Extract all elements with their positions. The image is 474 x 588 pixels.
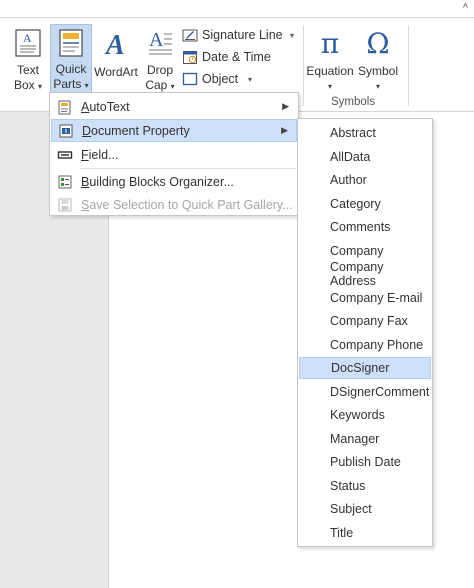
field-label: Field... [81, 147, 119, 162]
property-item-manager[interactable]: Manager [299, 428, 431, 450]
wordart-icon: A [103, 27, 129, 61]
document-property-icon [52, 123, 80, 139]
submenu-arrow-icon: ▶ [281, 125, 288, 135]
property-item-category[interactable]: Category [299, 193, 431, 215]
property-item-abstract[interactable]: Abstract [299, 122, 431, 144]
property-item-company-fax[interactable]: Company Fax [299, 310, 431, 332]
ribbon-group-separator [303, 26, 304, 106]
svg-text:A: A [104, 30, 125, 59]
property-item-dsignercomment[interactable]: DSignerComment [299, 381, 431, 403]
menu-item-document-property[interactable]: Document Property ▶ [51, 119, 297, 142]
signature-line-dropdown-icon[interactable]: ▾ [290, 31, 294, 40]
text-box-icon: A [14, 27, 42, 59]
equation-label: Equation [306, 64, 354, 78]
symbols-group-label: Symbols [331, 96, 376, 108]
quick-parts-icon [58, 28, 84, 58]
pi-icon: π [320, 27, 340, 60]
property-item-company-email[interactable]: Company E-mail [299, 287, 431, 309]
ribbon-top-strip: ^ [0, 0, 474, 18]
text-box-label-line2: Box ▾ [13, 78, 43, 92]
property-item-keywords[interactable]: Keywords [299, 404, 431, 426]
svg-text:A: A [149, 29, 164, 51]
property-item-status[interactable]: Status [299, 475, 431, 497]
property-item-title[interactable]: Title [299, 522, 431, 544]
quick-parts-label-line2: Parts ▾ [53, 77, 89, 91]
property-item-author[interactable]: Author [299, 169, 431, 191]
object-dropdown-icon[interactable]: ▾ [248, 75, 252, 84]
symbol-dropdown-icon[interactable]: ▾ [376, 79, 380, 94]
collapse-ribbon-icon[interactable]: ^ [463, 2, 468, 14]
symbol-label: Symbol [357, 64, 398, 78]
field-icon [51, 147, 79, 163]
wordart-label: WordArt [94, 65, 138, 79]
menu-item-autotext[interactable]: AutoText ▶ [51, 95, 297, 118]
omega-icon: Ω [366, 27, 390, 60]
object-button[interactable]: Object ▾ [182, 69, 258, 89]
property-item-docsigner[interactable]: DocSigner [299, 357, 431, 379]
text-box-label-line1: Text [16, 63, 39, 77]
text-box-button[interactable]: A Text Box ▾ [10, 24, 46, 94]
quick-parts-label-line1: Quick [55, 62, 87, 76]
menu-item-field[interactable]: Field... [51, 143, 297, 166]
quick-parts-button[interactable]: Quick Parts ▾ [50, 24, 92, 94]
building-blocks-organizer-label: Building Blocks Organizer... [81, 174, 234, 189]
document-property-label: Document Property [82, 123, 190, 138]
wordart-button[interactable]: A WordArt [93, 24, 139, 94]
drop-cap-label-line1: Drop [146, 63, 173, 77]
property-item-publish-date[interactable]: Publish Date [299, 451, 431, 473]
document-property-submenu: Abstract AllData Author Category Comment… [297, 118, 433, 547]
ribbon-group-separator [408, 26, 409, 106]
svg-text:A: A [23, 31, 32, 45]
autotext-icon [51, 99, 79, 115]
calendar-icon [182, 49, 198, 65]
signature-line-label: Signature Line [202, 28, 283, 42]
object-icon [182, 71, 198, 87]
signature-line-icon [182, 27, 198, 43]
save-selection-label: Save Selection to Quick Part Gallery... [81, 197, 293, 212]
signature-line-button[interactable]: Signature Line ▾ [182, 25, 300, 45]
drop-cap-button[interactable]: A Drop Cap ▾ [142, 24, 178, 94]
submenu-arrow-icon: ▶ [282, 101, 289, 111]
menu-item-building-blocks-organizer[interactable]: Building Blocks Organizer... [51, 170, 297, 193]
building-blocks-icon [51, 174, 79, 190]
menu-separator [80, 168, 296, 169]
autotext-label: AutoText [81, 99, 130, 114]
drop-cap-icon: A [146, 27, 174, 59]
date-time-label: Date & Time [202, 50, 271, 64]
equation-button[interactable]: π Equation ▾ [306, 24, 354, 94]
property-item-subject[interactable]: Subject [299, 498, 431, 520]
quick-parts-menu: AutoText ▶ Document Property ▶ Field... [49, 92, 299, 216]
date-time-button[interactable]: Date & Time [182, 47, 300, 67]
property-item-company[interactable]: Company [299, 240, 431, 262]
symbol-button[interactable]: Ω Symbol ▾ [356, 24, 400, 94]
save-selection-icon [51, 197, 79, 213]
property-item-company-address[interactable]: Company Address [299, 260, 431, 288]
object-label: Object [202, 72, 239, 86]
property-item-alldata[interactable]: AllData [299, 146, 431, 168]
equation-dropdown-icon[interactable]: ▾ [328, 79, 332, 94]
property-item-comments[interactable]: Comments [299, 216, 431, 238]
property-item-company-phone[interactable]: Company Phone [299, 334, 431, 356]
menu-item-save-selection: Save Selection to Quick Part Gallery... [51, 193, 297, 216]
